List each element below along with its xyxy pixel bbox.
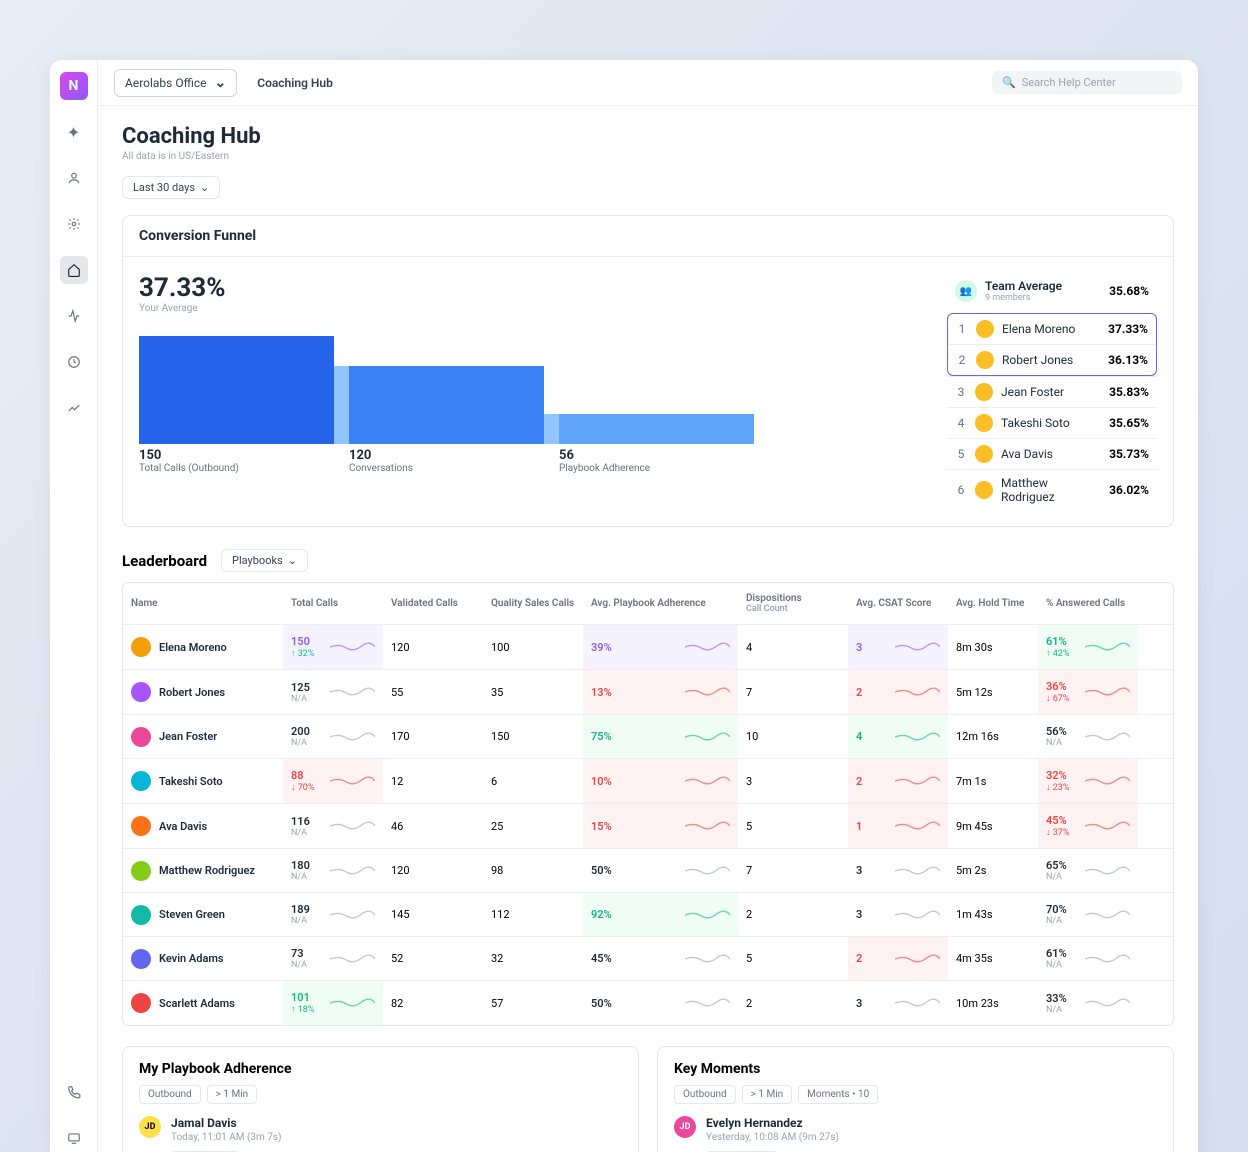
moments-title: Key Moments bbox=[674, 1061, 1157, 1077]
table-row[interactable]: Steven Green 189N/A 145 112 92% 2 3 1m 4… bbox=[123, 893, 1173, 937]
nav-history-icon[interactable] bbox=[60, 348, 88, 376]
funnel-card: Conversion Funnel 37.33% Your Average 15… bbox=[122, 215, 1174, 527]
search-input[interactable]: 🔍 Search Help Center bbox=[992, 71, 1182, 94]
entry-icon: JD bbox=[139, 1116, 161, 1138]
funnel-rank-panel: 👥 Team Average 9 members 35.68% 1Elena M… bbox=[947, 273, 1157, 510]
table-row[interactable]: Elena Moreno 150↑ 32% 120 100 39% 4 3 8m… bbox=[123, 625, 1173, 670]
rank-row[interactable]: 3Jean Foster35.83% bbox=[947, 376, 1157, 407]
nav-settings-icon[interactable] bbox=[60, 210, 88, 238]
funnel-stage: 150Total Calls (Outbound) bbox=[139, 448, 349, 474]
rank-row[interactable]: 4Takeshi Soto35.65% bbox=[947, 407, 1157, 438]
list-item[interactable]: JD Jamal DavisToday, 11:01 AM (3m 7s)BAN… bbox=[139, 1116, 622, 1152]
page-title: Coaching Hub bbox=[122, 124, 1174, 149]
nav-phone-icon[interactable] bbox=[60, 1078, 88, 1106]
nav-activity-icon[interactable] bbox=[60, 302, 88, 330]
nav-user-icon[interactable] bbox=[60, 164, 88, 192]
funnel-stage: 56Playbook Adherence bbox=[559, 448, 769, 474]
table-row[interactable]: Ava Davis 116N/A 46 25 15% 5 1 9m 45s 45… bbox=[123, 804, 1173, 849]
main: Aerolabs Office ⌄ Coaching Hub 🔍 Search … bbox=[98, 60, 1198, 1152]
moments-panel: Key Moments Outbound> 1 MinMoments • 10 … bbox=[657, 1046, 1174, 1152]
nav-sparkle-icon[interactable]: ✦ bbox=[60, 118, 88, 146]
avatar bbox=[131, 816, 151, 836]
table-row[interactable]: Matthew Rodriguez 180N/A 120 98 50% 7 3 … bbox=[123, 849, 1173, 893]
chevron-down-icon: ⌄ bbox=[288, 554, 297, 567]
funnel-bars bbox=[139, 324, 937, 444]
leaderboard-title: Leaderboard bbox=[122, 552, 207, 570]
table-row[interactable]: Jean Foster 200N/A 170 150 75% 10 4 12m … bbox=[123, 715, 1173, 759]
search-icon: 🔍 bbox=[1002, 76, 1016, 89]
chevron-down-icon: ⌄ bbox=[200, 181, 209, 194]
rank-row[interactable]: 1Elena Moreno37.33% bbox=[948, 314, 1156, 345]
table-row[interactable]: Scarlett Adams 101↑ 18% 82 57 50% 2 3 10… bbox=[123, 981, 1173, 1025]
content: Coaching Hub All data is in US/Eastern L… bbox=[98, 106, 1198, 1152]
breadcrumb: Coaching Hub bbox=[257, 76, 333, 90]
workspace-name: Aerolabs Office bbox=[125, 76, 206, 90]
nav-trend-icon[interactable] bbox=[60, 394, 88, 422]
page-subtitle: All data is in US/Eastern bbox=[122, 151, 1174, 162]
funnel-average-label: Your Average bbox=[139, 303, 937, 314]
team-average-row: 👥 Team Average 9 members 35.68% bbox=[947, 273, 1157, 309]
rank-row[interactable]: 5Ava Davis35.73% bbox=[947, 438, 1157, 469]
avatar bbox=[131, 771, 151, 791]
avatar bbox=[131, 861, 151, 881]
funnel-title: Conversion Funnel bbox=[123, 216, 1173, 257]
avatar bbox=[131, 637, 151, 657]
filter-chip[interactable]: > 1 Min bbox=[742, 1085, 793, 1104]
sidebar: N ✦ bbox=[50, 60, 98, 1152]
table-row[interactable]: Robert Jones 125N/A 55 35 13% 7 2 5m 12s… bbox=[123, 670, 1173, 715]
leaderboard-table: Name Total Calls Validated Calls Quality… bbox=[122, 582, 1174, 1026]
funnel-average-value: 37.33% bbox=[139, 273, 937, 303]
avatar bbox=[131, 682, 151, 702]
list-item[interactable]: JD Evelyn HernandezYesterday, 10:08 AM (… bbox=[674, 1116, 1157, 1152]
date-range-filter[interactable]: Last 30 days ⌄ bbox=[122, 176, 220, 199]
search-placeholder: Search Help Center bbox=[1022, 76, 1116, 89]
funnel-stage: 120Conversations bbox=[349, 448, 559, 474]
topbar: Aerolabs Office ⌄ Coaching Hub 🔍 Search … bbox=[98, 60, 1198, 106]
rank-row[interactable]: 6Matthew Rodriguez36.02% bbox=[947, 469, 1157, 510]
table-header: Name Total Calls Validated Calls Quality… bbox=[123, 583, 1173, 625]
avatar bbox=[131, 727, 151, 747]
filter-chip[interactable]: > 1 Min bbox=[207, 1085, 258, 1104]
nav-home-icon[interactable] bbox=[60, 256, 88, 284]
chevron-down-icon: ⌄ bbox=[214, 75, 226, 91]
avatar bbox=[131, 993, 151, 1013]
filter-chip[interactable]: Moments • 10 bbox=[798, 1085, 878, 1104]
rank-row[interactable]: 2Robert Jones36.13% bbox=[948, 345, 1156, 375]
leaderboard-filter[interactable]: Playbooks ⌄ bbox=[221, 549, 308, 572]
filter-chip[interactable]: Outbound bbox=[674, 1085, 736, 1104]
table-row[interactable]: Takeshi Soto 88↓ 70% 12 6 10% 3 2 7m 1s … bbox=[123, 759, 1173, 804]
filter-chip[interactable]: Outbound bbox=[139, 1085, 201, 1104]
table-row[interactable]: Kevin Adams 73N/A 52 32 45% 5 2 4m 35s 6… bbox=[123, 937, 1173, 981]
playbook-panel: My Playbook Adherence Outbound > 1 Min JD… bbox=[122, 1046, 639, 1152]
app-shell: N ✦ Aerolabs Office ⌄ Coaching Hub 🔍 Sea… bbox=[50, 60, 1198, 1152]
app-logo[interactable]: N bbox=[60, 72, 88, 100]
nav-chat-icon[interactable] bbox=[60, 1124, 88, 1152]
avatar bbox=[131, 905, 151, 925]
entry-icon: JD bbox=[674, 1116, 696, 1138]
avatar bbox=[131, 949, 151, 969]
playbook-title: My Playbook Adherence bbox=[139, 1061, 622, 1077]
rank-list: 1Elena Moreno37.33%2Robert Jones36.13% bbox=[947, 313, 1157, 376]
workspace-select[interactable]: Aerolabs Office ⌄ bbox=[114, 69, 237, 97]
team-icon: 👥 bbox=[955, 280, 977, 302]
